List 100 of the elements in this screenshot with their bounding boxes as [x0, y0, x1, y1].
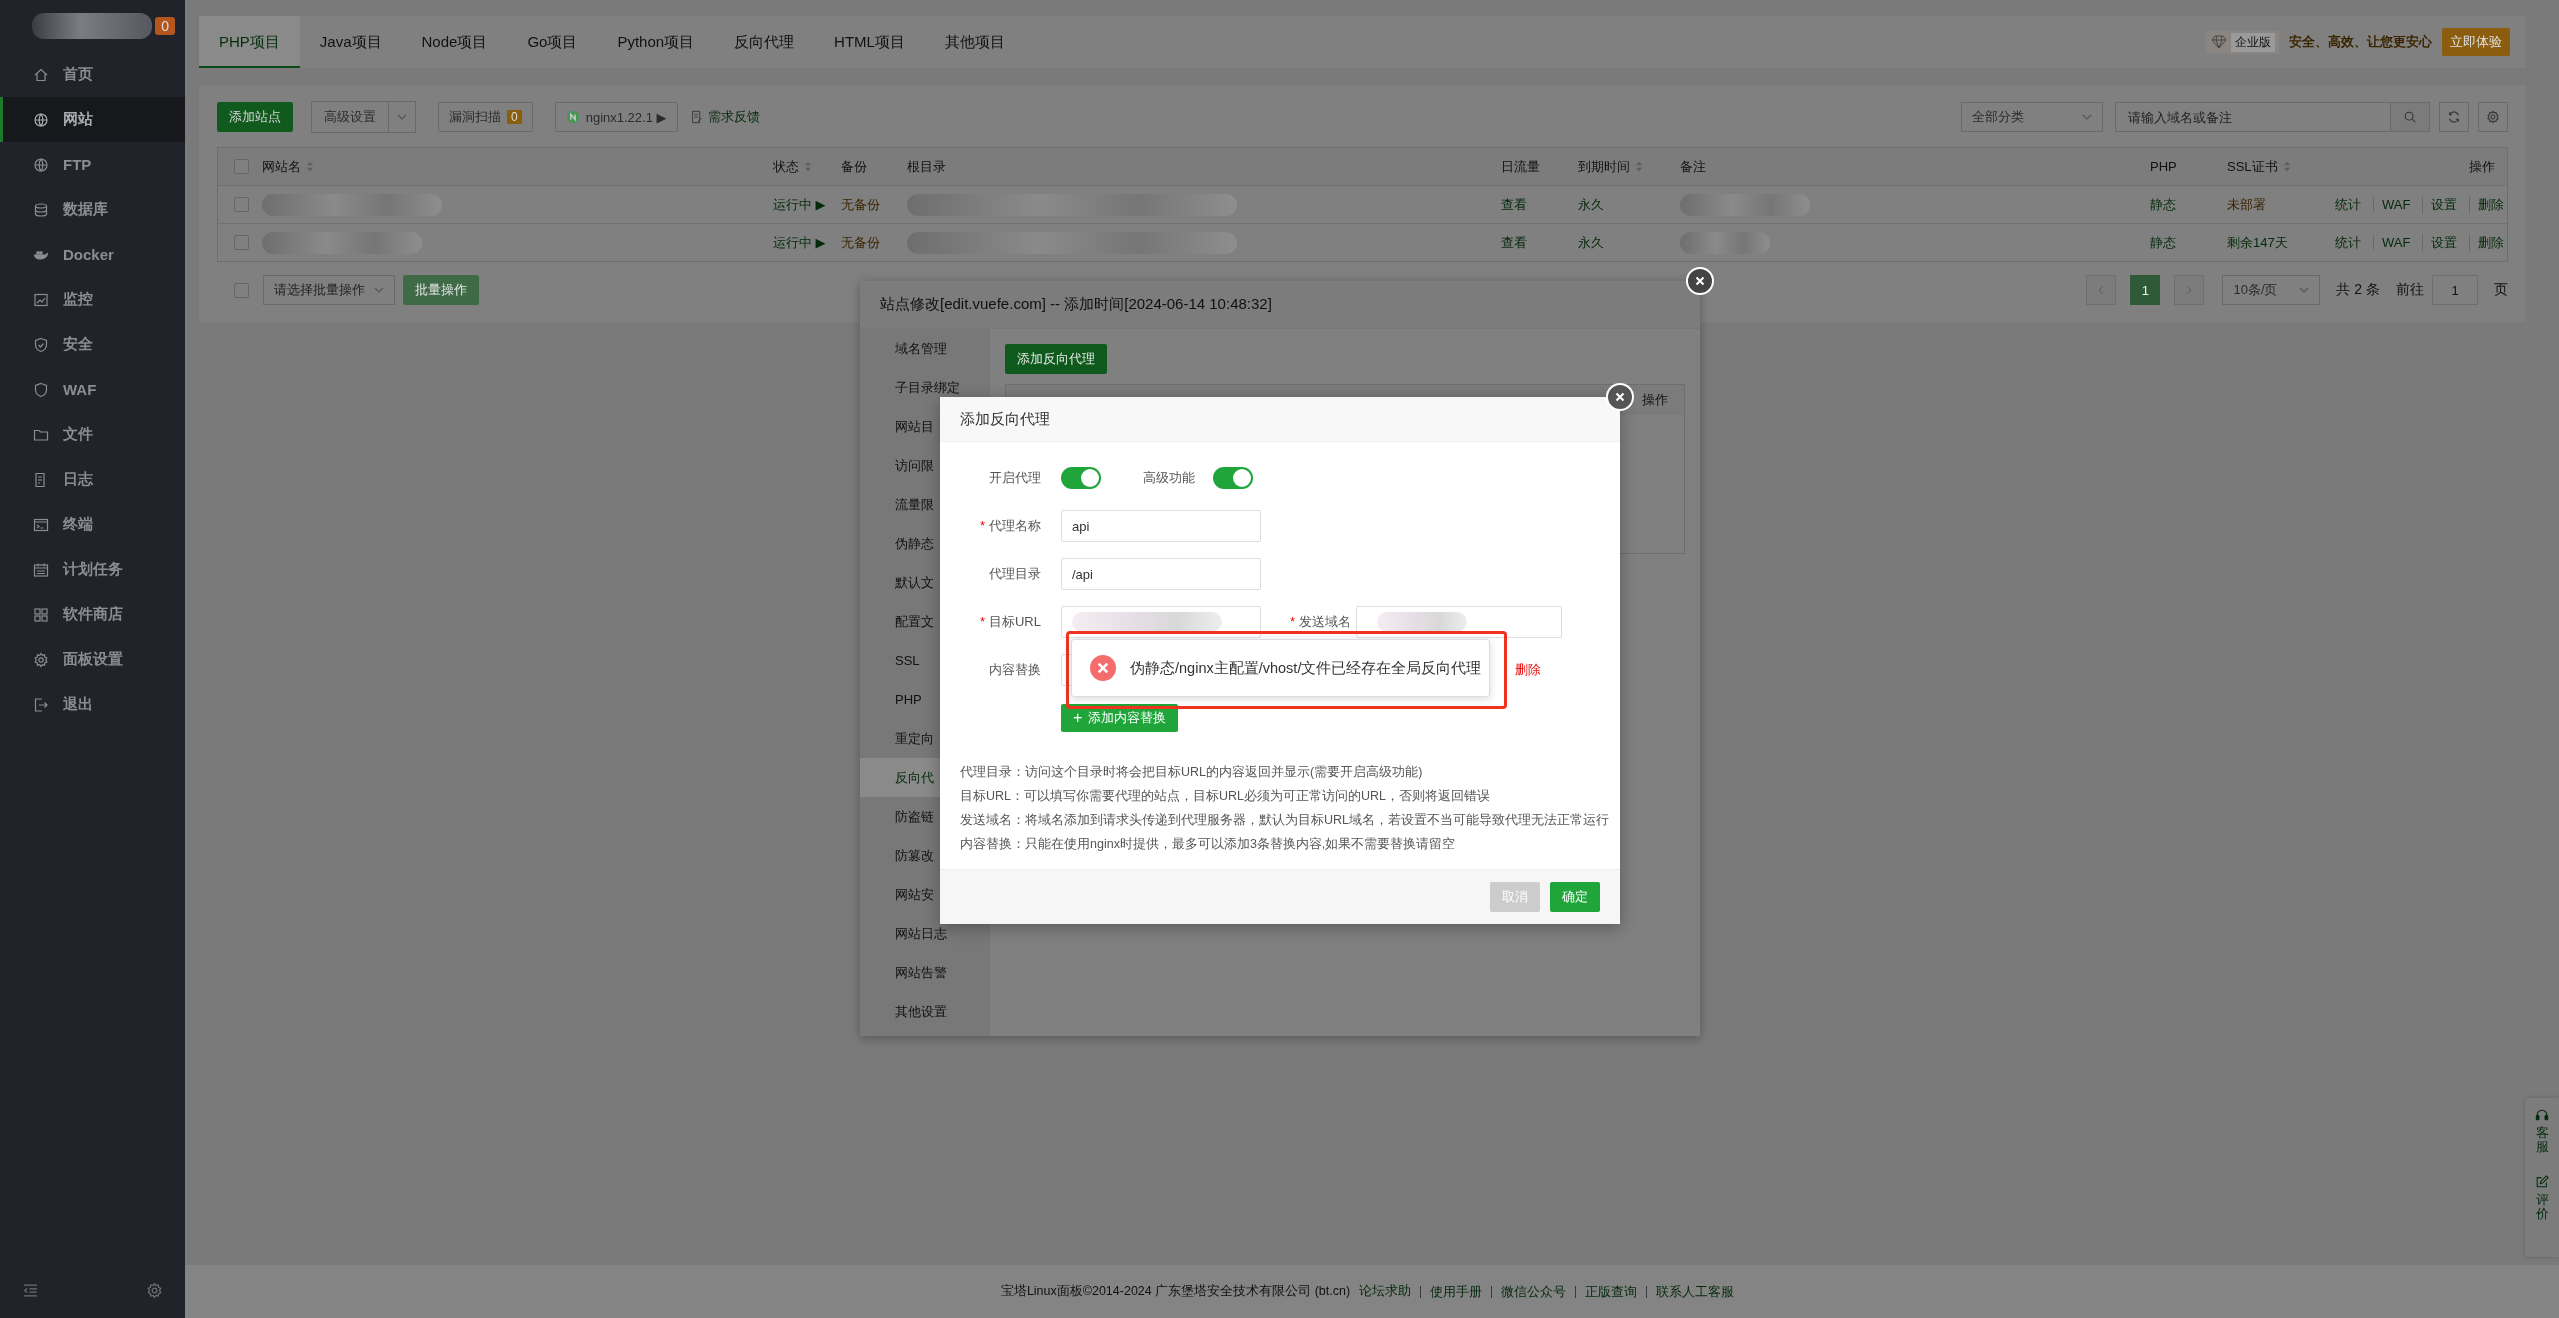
column-header: 操作 — [2469, 157, 2495, 176]
sortable-column-header[interactable]: SSL证书 — [2227, 157, 2291, 176]
sidebar-item[interactable]: FTP — [0, 142, 185, 187]
vulnerability-scan-button[interactable]: 漏洞扫描 0 — [438, 102, 533, 132]
tab[interactable]: 其他项目 — [924, 16, 1025, 68]
sidebar-item[interactable]: 安全 — [0, 322, 185, 367]
expiry-link[interactable]: 永久 — [1578, 195, 1604, 214]
field-label: * 目标URL — [978, 613, 1042, 631]
footer-link[interactable]: 使用手册 — [1420, 1285, 1492, 1298]
sidebar-item[interactable]: 首页 — [0, 52, 185, 97]
sidebar-item[interactable]: Docker — [0, 232, 185, 277]
footer-link[interactable]: 微信公众号 — [1491, 1285, 1576, 1298]
scan-count-badge: 0 — [507, 110, 522, 124]
delete-link[interactable]: 删除 — [1515, 661, 1541, 679]
sidebar-item[interactable]: 退出 — [0, 682, 185, 727]
action-link[interactable]: WAF — [2373, 235, 2419, 250]
php-link[interactable]: 静态 — [2150, 233, 2176, 252]
action-link[interactable]: 统计 — [2327, 195, 2369, 214]
footer-link[interactable]: 联系人工客服 — [1646, 1285, 1744, 1298]
footer-link[interactable]: 正版查询 — [1575, 1285, 1647, 1298]
toast-message: 伪静态/nginx主配置/vhost/文件已经存在全局反向代理 — [1130, 658, 1482, 678]
float-link[interactable]: 客服 — [2535, 1126, 2549, 1155]
page-suffix: 页 — [2494, 281, 2508, 299]
tab[interactable]: Node项目 — [401, 16, 508, 68]
sidebar-item[interactable]: 计划任务 — [0, 547, 185, 592]
page-input[interactable]: 1 — [2432, 275, 2478, 305]
edition-label: 企业版 — [2231, 32, 2275, 52]
sidebar-item[interactable]: 终端 — [0, 502, 185, 547]
sidebar-item[interactable]: 面板设置 — [0, 637, 185, 682]
action-link[interactable]: 设置 — [2422, 233, 2466, 252]
search-field[interactable]: 请输入域名或备注 — [2115, 102, 2391, 132]
field-label: 代理目录 — [988, 565, 1042, 583]
page-button[interactable]: 1 — [2130, 275, 2161, 305]
add-site-button[interactable]: 添加站点 — [217, 102, 293, 132]
help-text: 内容替换：只能在使用nginx时提供，最多可以添加3条替换内容,如果不需要替换请留空 — [960, 836, 1457, 853]
dialog-nav-item[interactable]: 其他设置 — [860, 992, 990, 1031]
tab[interactable]: Python项目 — [597, 16, 715, 68]
action-link[interactable]: WAF — [2373, 197, 2419, 212]
php-link[interactable]: 静态 — [2150, 195, 2176, 214]
sidebar-item[interactable]: 文件 — [0, 412, 185, 457]
column-header: 操作 — [1642, 391, 1668, 409]
dialog-nav-item[interactable]: 网站告警 — [860, 953, 990, 992]
text-field[interactable]: api — [1061, 510, 1261, 542]
action-link[interactable]: 删除 — [2469, 233, 2505, 252]
nginx-button[interactable]: nginx1.22.1 ▶ — [554, 102, 678, 132]
expiry-link[interactable]: 永久 — [1578, 233, 1604, 252]
dialog-nav-item[interactable]: 域名管理 — [860, 329, 990, 368]
feedback-link[interactable]: 需求反馈 — [707, 108, 760, 126]
category-select[interactable]: 全部分类 — [1961, 102, 2103, 132]
action-link[interactable]: 统计 — [2327, 233, 2369, 252]
sortable-column-header[interactable]: 网站名 — [262, 157, 314, 176]
batch-select[interactable]: 请选择批量操作 — [263, 275, 395, 305]
ssl-link[interactable]: 未部署 — [2227, 195, 2266, 214]
field-label: * 发送域名 — [1288, 613, 1352, 631]
sortable-column-header[interactable]: 到期时间 — [1578, 157, 1643, 176]
action-link[interactable]: 设置 — [2422, 195, 2466, 214]
dialog-title: 站点修改[edit.vuefe.com] -- 添加时间[2024-06-14 10:48:32] — [860, 281, 1700, 329]
backup-link[interactable]: 无备份 — [841, 233, 880, 252]
status-link[interactable]: 运行中 ▶ — [773, 195, 826, 214]
copyright-text: 宝塔Linux面板©2014-2024 广东堡塔安全技术有限公司 (bt.cn) — [1000, 1283, 1351, 1300]
try-now-button[interactable]: 立即体验 — [2442, 28, 2510, 56]
field-label: 内容替换 — [988, 661, 1042, 679]
backup-link[interactable]: 无备份 — [841, 195, 880, 214]
status-link[interactable]: 运行中 ▶ — [773, 233, 826, 252]
advanced-settings-label[interactable]: 高级设置 — [312, 108, 388, 126]
notification-badge[interactable]: 0 — [155, 17, 175, 35]
dialog-title: 添加反向代理 — [940, 397, 1620, 442]
traffic-link[interactable]: 查看 — [1501, 233, 1527, 252]
footer-link[interactable]: 论坛求助 — [1350, 1283, 1421, 1300]
goto-label: 前往 — [2396, 281, 2424, 299]
sidebar-item[interactable]: 日志 — [0, 457, 185, 502]
switch-label: 开启代理 — [988, 469, 1042, 487]
traffic-link[interactable]: 查看 — [1501, 195, 1527, 214]
float-link[interactable]: 评价 — [2535, 1192, 2549, 1222]
page-size-select[interactable]: 10条/页 — [2222, 275, 2321, 305]
action-link[interactable]: 删除 — [2469, 195, 2505, 214]
sortable-column-header[interactable]: 状态 — [773, 157, 812, 176]
field-label: * 代理名称 — [978, 517, 1042, 535]
sidebar-item[interactable]: WAF — [0, 367, 185, 412]
advanced-settings-dropdown[interactable]: 高级设置 — [311, 101, 416, 133]
batch-button[interactable]: 批量操作 — [403, 275, 479, 305]
help-text: 发送域名：将域名添加到请求头传递到代理服务器，默认为目标URL域名，若设置不当可能导致代理无法正常运行 — [960, 812, 1610, 829]
sidebar-item[interactable]: 数据库 — [0, 187, 185, 232]
total-count: 共 2 条 — [2336, 281, 2380, 299]
tab[interactable]: HTML项目 — [814, 16, 925, 68]
switch-label: 高级功能 — [1142, 469, 1196, 487]
column-header: 备注 — [1680, 157, 1706, 176]
sidebar-item[interactable]: 监控 — [0, 277, 185, 322]
confirm-button[interactable]: 确定 — [1550, 882, 1600, 912]
tab[interactable]: 反向代理 — [714, 16, 815, 68]
sidebar-item[interactable]: 网站 — [0, 97, 185, 142]
column-header: 根目录 — [907, 157, 946, 176]
text-field[interactable]: /api — [1061, 558, 1261, 590]
ssl-link[interactable]: 剩余147天 — [2227, 233, 2288, 252]
sidebar-item[interactable]: 软件商店 — [0, 592, 185, 637]
add-proxy-button[interactable]: 添加反向代理 — [1005, 344, 1107, 374]
tab[interactable]: PHP项目 — [199, 16, 300, 68]
tab[interactable]: Java项目 — [299, 16, 402, 68]
tab[interactable]: Go项目 — [507, 16, 598, 68]
dialog-nav-item[interactable]: 网站日志 — [860, 914, 990, 953]
